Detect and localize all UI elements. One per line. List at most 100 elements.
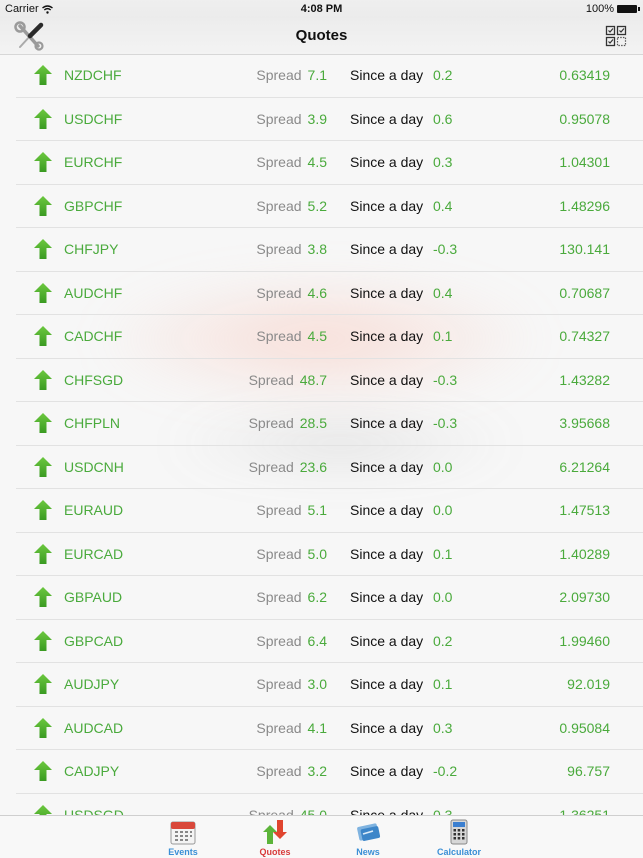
quote-symbol: USDCNH bbox=[64, 458, 124, 475]
spread-value: 48.7 bbox=[299, 371, 327, 388]
tab-bar: Events Quotes News Calculator bbox=[0, 815, 643, 858]
tab-news[interactable]: News bbox=[328, 819, 408, 857]
change-value: 0.1 bbox=[433, 328, 453, 344]
since-label: Since a day bbox=[350, 67, 424, 83]
quote-row[interactable]: GBPCAD Spread 6.4 Since a day 0.2 1.99460 bbox=[16, 620, 643, 663]
quote-row[interactable]: CHFJPY Spread 3.8 Since a day -0.3 130.141 bbox=[16, 228, 643, 272]
quote-spread: Spread 4.5 bbox=[256, 154, 327, 170]
spread-value: 3.9 bbox=[307, 110, 327, 127]
quote-symbol: GBPCHF bbox=[64, 197, 123, 214]
quote-row[interactable]: CHFSGD Spread 48.7 Since a day -0.3 1.43282 bbox=[16, 359, 643, 402]
since-label: Since a day bbox=[350, 284, 424, 301]
tab-calculator-label: Calculator bbox=[436, 847, 481, 857]
spread-label: Spread bbox=[256, 676, 302, 692]
quote-price: 1.40289 bbox=[559, 545, 610, 562]
quote-spread: Spread 6.2 bbox=[256, 589, 327, 605]
quote-price: 0.95084 bbox=[559, 719, 610, 736]
spread-label: Spread bbox=[256, 241, 302, 257]
change-value: 0.4 bbox=[433, 197, 453, 214]
spread-label: Spread bbox=[256, 719, 302, 736]
change-value: -0.3 bbox=[433, 241, 458, 257]
change-value: -0.3 bbox=[433, 371, 458, 388]
arrow-up-icon bbox=[34, 500, 52, 520]
quote-spread: Spread 45.0 bbox=[249, 807, 327, 816]
since-label: Since a day bbox=[350, 110, 424, 127]
spread-value: 5.0 bbox=[307, 545, 327, 562]
quote-price: 92.019 bbox=[567, 676, 610, 692]
arrow-up-icon bbox=[34, 587, 52, 607]
news-icon bbox=[357, 823, 381, 841]
spread-label: Spread bbox=[248, 415, 294, 431]
arrow-up-icon bbox=[34, 761, 52, 781]
arrow-up-icon bbox=[34, 239, 52, 259]
quote-row[interactable]: AUDCAD Spread 4.1 Since a day 0.3 0.95084 bbox=[16, 707, 643, 750]
quote-symbol: AUDJPY bbox=[64, 676, 120, 692]
quote-symbol: EURCHF bbox=[64, 154, 123, 170]
quote-row[interactable]: CHFPLN Spread 28.5 Since a day -0.3 3.95668 bbox=[16, 402, 643, 446]
quote-row[interactable]: EURCAD Spread 5.0 Since a day 0.1 1.40289 bbox=[16, 533, 643, 576]
arrow-up-icon bbox=[34, 543, 52, 564]
quote-symbol: USDCHF bbox=[64, 110, 123, 127]
spread-label: Spread bbox=[248, 806, 294, 816]
since-label: Since a day bbox=[350, 328, 424, 344]
quote-row[interactable]: USDCNH Spread 23.6 Since a day 0.0 6.21264 bbox=[16, 446, 643, 489]
spread-value: 4.6 bbox=[307, 284, 327, 301]
spread-label: Spread bbox=[256, 154, 302, 170]
since-label: Since a day bbox=[350, 806, 424, 816]
quote-price: 1.36251 bbox=[559, 806, 610, 816]
quote-symbol: CHFSGD bbox=[64, 371, 124, 388]
tab-events[interactable]: Events bbox=[143, 819, 223, 857]
quote-symbol: EURCAD bbox=[64, 545, 124, 562]
battery-label: 100% bbox=[585, 3, 614, 15]
quote-symbol: GBPCAD bbox=[64, 632, 124, 649]
quote-spread: Spread 3.2 bbox=[256, 763, 327, 779]
quotes-list[interactable]: NZDCHF Spread 7.1 Since a day 0.2 0.63419 USDC… bbox=[0, 54, 643, 815]
select-quotes-button[interactable] bbox=[605, 25, 627, 47]
quote-symbol: AUDCHF bbox=[64, 284, 123, 301]
quote-row[interactable]: CADCHF Spread 4.5 Since a day 0.1 0.74327 bbox=[16, 315, 643, 359]
quote-symbol: CADJPY bbox=[64, 763, 120, 779]
quote-row[interactable]: AUDCHF Spread 4.6 Since a day 0.4 0.70687 bbox=[16, 272, 643, 315]
arrow-up-icon bbox=[34, 674, 52, 694]
spread-value: 45.0 bbox=[299, 806, 327, 816]
change-value: -0.3 bbox=[433, 415, 458, 431]
quote-spread: Spread 48.7 bbox=[249, 372, 327, 388]
tab-calculator[interactable]: Calculator bbox=[419, 819, 499, 857]
quote-spread: Spread 3.8 bbox=[256, 241, 327, 257]
quote-row[interactable]: EURAUD Spread 5.1 Since a day 0.0 1.47513 bbox=[16, 489, 643, 533]
spread-label: Spread bbox=[248, 458, 294, 475]
checklist-grid-icon bbox=[605, 25, 627, 47]
quote-spread: Spread 5.0 bbox=[256, 546, 327, 562]
quote-symbol: NZDCHF bbox=[64, 67, 122, 83]
quote-row[interactable]: AUDJPY Spread 3.0 Since a day 0.1 92.019 bbox=[16, 663, 643, 707]
quote-row[interactable]: USDCHF Spread 3.9 Since a day 0.6 0.95078 bbox=[16, 98, 643, 141]
arrow-up-icon bbox=[34, 326, 52, 346]
spread-value: 5.2 bbox=[307, 197, 327, 214]
spread-value: 3.2 bbox=[307, 763, 327, 779]
change-value: 0.4 bbox=[433, 284, 453, 301]
quote-row[interactable]: USDSGD Spread 45.0 Since a day 0.3 1.36251 bbox=[16, 794, 643, 816]
quote-price: 1.04301 bbox=[559, 154, 610, 170]
change-value: 0.2 bbox=[433, 632, 453, 649]
since-label: Since a day bbox=[350, 676, 424, 692]
spread-label: Spread bbox=[256, 545, 302, 562]
since-label: Since a day bbox=[350, 458, 424, 475]
quote-row[interactable]: GBPCHF Spread 5.2 Since a day 0.4 1.48296 bbox=[16, 185, 643, 228]
calendar-icon bbox=[170, 821, 196, 845]
quote-spread: Spread 23.6 bbox=[249, 459, 327, 475]
tab-quotes[interactable]: Quotes bbox=[235, 819, 315, 857]
since-label: Since a day bbox=[350, 197, 424, 214]
quote-row[interactable]: CADJPY Spread 3.2 Since a day -0.2 96.757 bbox=[16, 750, 643, 794]
quote-row[interactable]: NZDCHF Spread 7.1 Since a day 0.2 0.63419 bbox=[16, 54, 643, 98]
spread-label: Spread bbox=[256, 67, 302, 83]
quote-row[interactable]: GBPAUD Spread 6.2 Since a day 0.0 2.09730 bbox=[16, 576, 643, 620]
change-value: 0.3 bbox=[433, 154, 453, 170]
since-label: Since a day bbox=[350, 241, 424, 257]
quote-row[interactable]: EURCHF Spread 4.5 Since a day 0.3 1.04301 bbox=[16, 141, 643, 185]
quote-spread: Spread 7.1 bbox=[256, 67, 327, 83]
spread-value: 6.4 bbox=[307, 632, 327, 649]
quote-symbol: CHFPLN bbox=[64, 415, 121, 431]
arrow-up-icon bbox=[34, 413, 52, 433]
quote-symbol: AUDCAD bbox=[64, 719, 124, 736]
change-value: 0.0 bbox=[433, 589, 453, 605]
